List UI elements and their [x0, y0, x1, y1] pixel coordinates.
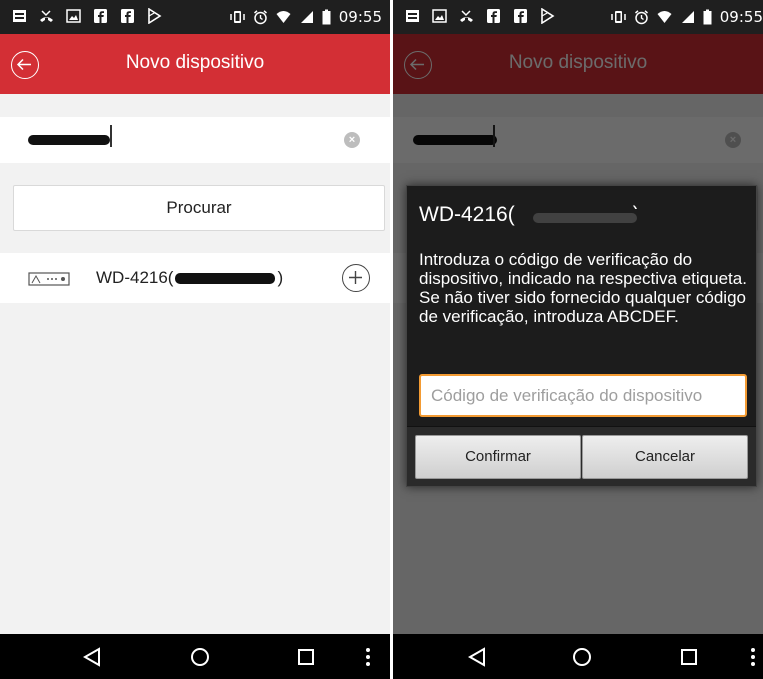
search-button[interactable]: Procurar	[13, 185, 385, 231]
nav-back-button[interactable]	[80, 645, 104, 669]
wifi-icon	[276, 9, 291, 25]
dvr-device-icon	[28, 272, 70, 286]
serial-search-field[interactable]: ×	[0, 117, 390, 163]
device-name: WD-4216()	[96, 268, 284, 287]
nav-back-icon	[467, 647, 485, 667]
play-store-icon	[540, 8, 555, 24]
phone-screen-left: 09:55 Novo dispositivo × Procurar WD-421…	[0, 0, 390, 679]
circle-plus-icon	[349, 271, 362, 284]
status-bar: 09:55	[0, 0, 390, 34]
cell-signal-icon	[299, 9, 314, 25]
image-icon	[66, 8, 81, 24]
stage: 09:55 Novo dispositivo × Procurar WD-421…	[0, 0, 763, 679]
alarm-icon	[253, 9, 268, 25]
status-bar: 09:55	[393, 0, 763, 34]
nav-home-icon	[573, 648, 591, 666]
facebook-icon	[513, 8, 528, 24]
status-time: 09:55	[338, 8, 382, 26]
status-time: 09:55	[719, 8, 763, 26]
system-status-icons: 09:55	[230, 8, 382, 26]
nav-menu-button[interactable]	[747, 645, 759, 669]
battery-icon	[703, 9, 712, 25]
notification-app-icon	[405, 8, 420, 24]
image-icon	[432, 8, 447, 24]
app-bar: Novo dispositivo	[0, 34, 390, 94]
missed-call-icon	[459, 8, 474, 24]
nav-bar	[393, 634, 763, 679]
nav-recents-icon	[681, 649, 697, 665]
redaction-mark	[28, 135, 110, 145]
nav-menu-icon	[366, 648, 370, 666]
missed-call-icon	[39, 8, 54, 24]
nav-home-button[interactable]	[570, 645, 594, 669]
nav-recents-icon	[298, 649, 314, 665]
clear-circle-icon[interactable]: ×	[344, 132, 360, 148]
play-store-icon	[147, 8, 162, 24]
nav-home-button[interactable]	[188, 645, 212, 669]
nav-bar	[0, 634, 390, 679]
facebook-icon	[120, 8, 135, 24]
device-list-item[interactable]: WD-4216()	[0, 253, 390, 303]
wifi-icon	[657, 9, 672, 25]
nav-back-icon	[82, 647, 100, 667]
phone-screen-right: 09:55 Novo dispositivo × Procurar	[393, 0, 763, 679]
nav-home-icon	[191, 648, 209, 666]
confirm-button[interactable]: Confirmar	[415, 435, 581, 479]
search-input-value-redacted[interactable]	[28, 130, 112, 150]
text-caret	[110, 125, 112, 147]
notification-icons	[12, 8, 162, 24]
notification-icons	[405, 8, 555, 24]
nav-recents-button[interactable]	[677, 645, 701, 669]
cancel-button[interactable]: Cancelar	[582, 435, 748, 479]
verification-dialog: WD-4216() Introduza o código de verifica…	[406, 185, 757, 487]
nav-menu-icon	[751, 648, 755, 666]
dialog-message: Introduza o código de verificação do dis…	[419, 250, 747, 326]
nav-back-button[interactable]	[465, 645, 489, 669]
cell-signal-icon	[680, 9, 695, 25]
system-status-icons: 09:55	[611, 8, 763, 26]
facebook-icon	[486, 8, 501, 24]
nav-recents-button[interactable]	[294, 645, 318, 669]
battery-icon	[322, 9, 331, 25]
redaction-mark	[175, 273, 276, 285]
notification-app-icon	[12, 8, 27, 24]
alarm-icon	[634, 9, 649, 25]
page-title: Novo dispositivo	[125, 52, 265, 73]
verification-code-input[interactable]	[419, 374, 747, 417]
redaction-mark	[529, 209, 644, 227]
vibrate-icon	[230, 9, 245, 25]
vibrate-icon	[611, 9, 626, 25]
add-device-button[interactable]	[342, 264, 370, 292]
nav-menu-button[interactable]	[362, 645, 374, 669]
dialog-button-bar: Confirmar Cancelar	[407, 426, 756, 486]
facebook-icon	[93, 8, 108, 24]
